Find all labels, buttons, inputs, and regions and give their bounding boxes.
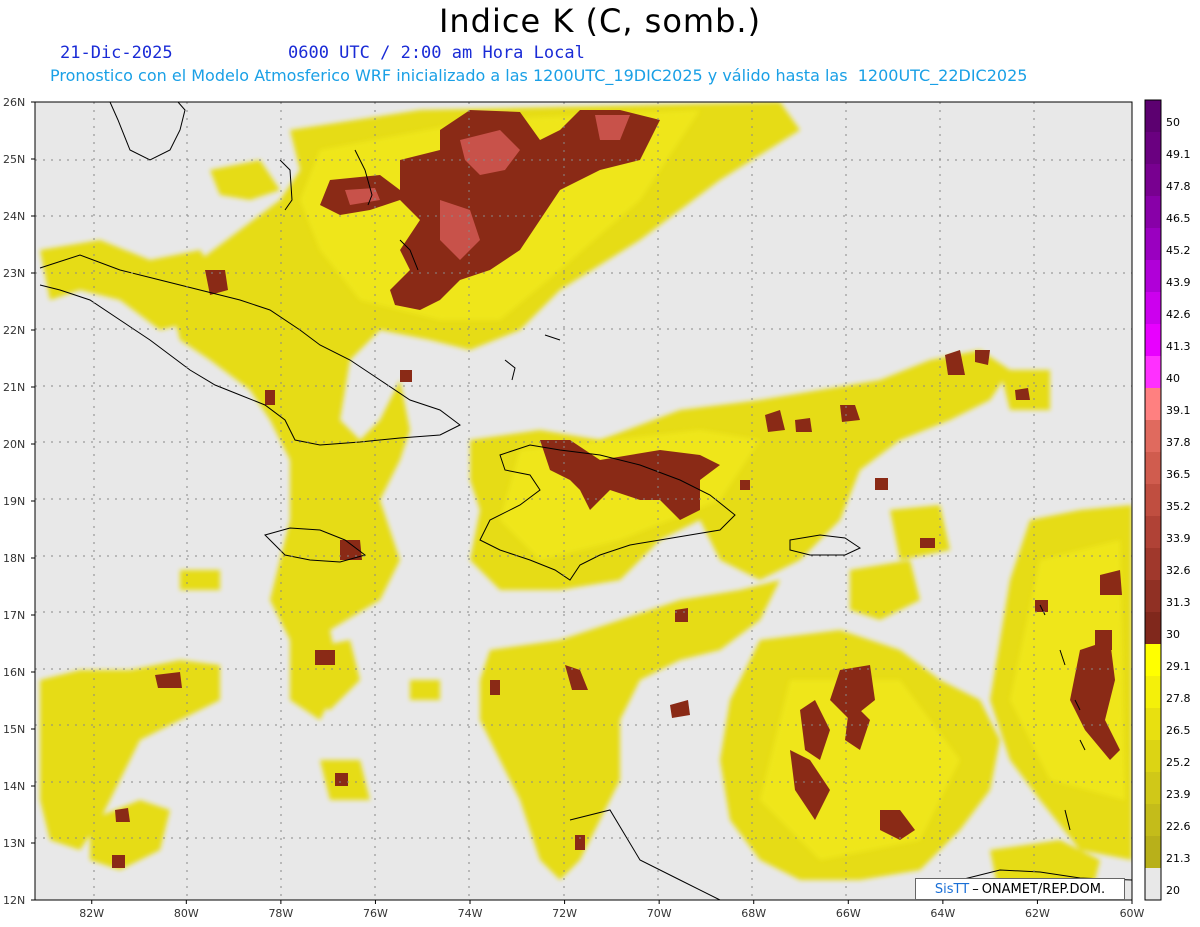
lat-label: 26N <box>3 96 25 109</box>
colorbar-label: 39.1 <box>1166 404 1191 417</box>
lat-label: 15N <box>3 723 25 736</box>
colorbar-swatch <box>1145 708 1161 741</box>
lon-label: 68W <box>741 907 766 920</box>
colorbar-swatch <box>1145 420 1161 453</box>
colorbar-swatch <box>1145 772 1161 805</box>
lat-label: 24N <box>3 210 25 223</box>
colorbar-label: 46.5 <box>1166 212 1191 225</box>
lat-label: 12N <box>3 894 25 907</box>
colorbar-label: 22.6 <box>1166 820 1191 833</box>
lon-label: 72W <box>552 907 577 920</box>
lat-label: 16N <box>3 666 25 679</box>
lon-label: 80W <box>174 907 199 920</box>
lat-label: 14N <box>3 780 25 793</box>
latitude-labels: 26N 25N 24N 23N 22N 21N 20N 19N 18N 17N 16N 15N 14N 1… <box>3 96 35 907</box>
colorbar: 50 49.1 47.8 46.5 45.2 43.9 42.6 41.3 40 39.1 37.8… <box>1144 99 1191 901</box>
lon-label: 76W <box>363 907 388 920</box>
colorbar-swatch <box>1145 548 1161 581</box>
credit-text: ONAMET/REP.DOM. <box>981 881 1106 897</box>
lon-label: 66W <box>836 907 861 920</box>
colorbar-swatch <box>1145 196 1161 229</box>
colorbar-swatch <box>1145 324 1161 357</box>
colorbar-label: 42.6 <box>1166 308 1191 321</box>
colorbar-swatch <box>1145 644 1161 677</box>
colorbar-swatch <box>1145 164 1161 197</box>
colorbar-label: 45.2 <box>1166 244 1191 257</box>
colorbar-swatch <box>1145 676 1161 709</box>
colorbar-swatch <box>1145 580 1161 613</box>
colorbar-label: 27.8 <box>1166 692 1191 705</box>
colorbar-swatch <box>1145 292 1161 325</box>
lat-label: 20N <box>3 438 25 451</box>
lat-label: 19N <box>3 495 25 508</box>
lat-label: 18N <box>3 552 25 565</box>
colorbar-swatch <box>1145 132 1161 165</box>
colorbar-label: 33.9 <box>1166 532 1191 545</box>
lat-label: 22N <box>3 324 25 337</box>
colorbar-label: 43.9 <box>1166 276 1191 289</box>
colorbar-swatch <box>1145 388 1161 421</box>
longitude-labels: 82W 80W 78W 76W 74W 72W 70W 68W 66W 64W 62W 60W <box>79 900 1145 920</box>
colorbar-label: 25.2 <box>1166 756 1191 769</box>
colorbar-label: 32.6 <box>1166 564 1191 577</box>
lat-label: 13N <box>3 837 25 850</box>
colorbar-label: 31.3 <box>1166 596 1191 609</box>
colorbar-label: 47.8 <box>1166 180 1191 193</box>
credit-brand: SisTT <box>934 881 970 897</box>
colorbar-swatch <box>1145 804 1161 837</box>
credit-box: SisTT – ONAMET/REP.DOM. <box>915 878 1125 900</box>
map-frame: 26N 25N 24N 23N 22N 21N 20N 19N 18N 17N 16N 15N 14N 1… <box>3 96 1191 920</box>
lon-label: 60W <box>1120 907 1145 920</box>
lon-label: 64W <box>930 907 955 920</box>
lat-label: 17N <box>3 609 25 622</box>
colorbar-swatch <box>1145 100 1161 133</box>
lon-label: 82W <box>79 907 104 920</box>
colorbar-swatch <box>1145 484 1161 517</box>
colorbar-label: 29.1 <box>1166 660 1191 673</box>
colorbar-swatch <box>1145 228 1161 261</box>
lat-label: 23N <box>3 267 25 280</box>
colorbar-swatch <box>1145 260 1161 293</box>
lon-label: 62W <box>1025 907 1050 920</box>
lon-label: 70W <box>647 907 672 920</box>
colorbar-swatch <box>1145 836 1161 869</box>
lat-label: 25N <box>3 153 25 166</box>
colorbar-swatch <box>1145 452 1161 485</box>
colorbar-label: 41.3 <box>1166 340 1191 353</box>
colorbar-label: 35.2 <box>1166 500 1191 513</box>
colorbar-swatch <box>1145 356 1161 389</box>
lon-label: 78W <box>268 907 293 920</box>
colorbar-label: 20 <box>1166 884 1180 897</box>
lon-label: 74W <box>458 907 483 920</box>
colorbar-swatch <box>1145 868 1161 901</box>
colorbar-label: 49.1 <box>1166 148 1191 161</box>
colorbar-label: 40 <box>1166 372 1180 385</box>
lat-label: 21N <box>3 381 25 394</box>
colorbar-label: 23.9 <box>1166 788 1191 801</box>
colorbar-swatch <box>1145 740 1161 773</box>
colorbar-swatch <box>1145 612 1161 645</box>
colorbar-label: 36.5 <box>1166 468 1191 481</box>
colorbar-label: 21.3 <box>1166 852 1191 865</box>
colorbar-label: 37.8 <box>1166 436 1191 449</box>
colorbar-swatch <box>1145 516 1161 549</box>
colorbar-label: 50 <box>1166 116 1180 129</box>
colorbar-label: 26.5 <box>1166 724 1191 737</box>
colorbar-label: 30 <box>1166 628 1180 641</box>
